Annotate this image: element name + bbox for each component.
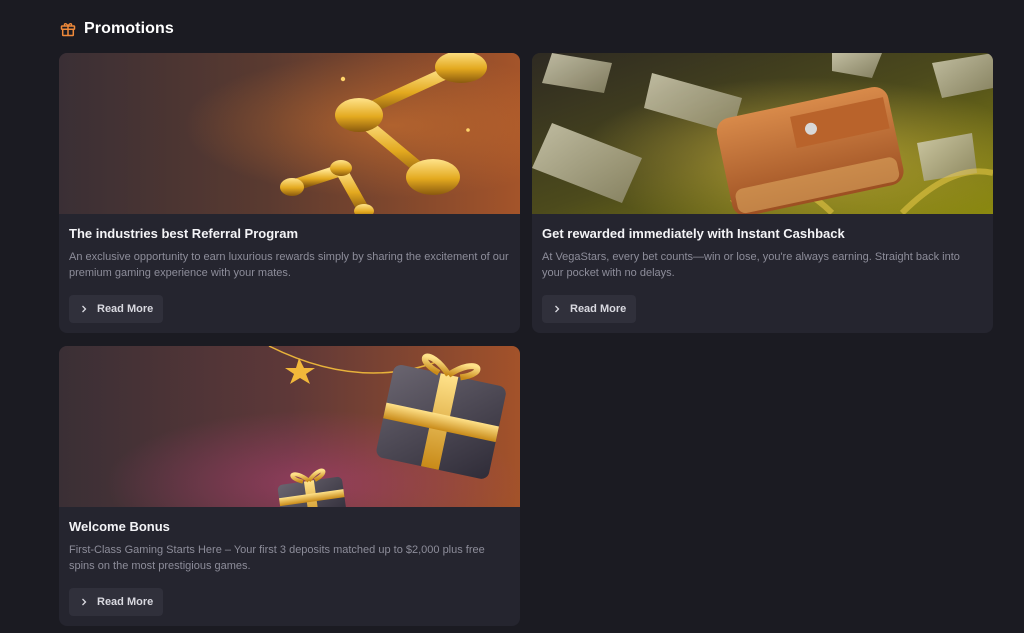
promo-description: An exclusive opportunity to earn luxurio… [69, 251, 509, 279]
wallet-cash-illustration [532, 53, 993, 214]
promo-card-cashback: Get rewarded immediately with Instant Ca… [532, 53, 993, 333]
promotions-grid: The industries best Referral Program An … [59, 53, 993, 626]
promo-card-welcome-bonus: Welcome Bonus First-Class Gaming Starts … [59, 346, 520, 626]
read-more-button[interactable]: Read More [69, 295, 164, 323]
gift-boxes-illustration [59, 346, 520, 507]
page-title: Promotions [84, 20, 174, 37]
promotions-page: Promotions The industries best Referral … [0, 0, 1024, 633]
read-more-button[interactable]: Read More [542, 295, 637, 323]
promo-card-referral: The industries best Referral Program An … [59, 53, 520, 333]
promo-title: Get rewarded immediately with Instant Ca… [542, 226, 845, 241]
chevron-right-icon [553, 305, 561, 313]
promotions-header: Promotions [60, 18, 174, 40]
chevron-right-icon [80, 598, 88, 606]
read-more-label: Read More [97, 596, 154, 608]
referral-network-illustration [59, 53, 520, 214]
gift-icon [60, 21, 76, 37]
promo-title: Welcome Bonus [69, 519, 170, 534]
promo-title: The industries best Referral Program [69, 226, 299, 241]
promo-description: First-Class Gaming Starts Here – Your fi… [69, 544, 485, 572]
promo-description: At VegaStars, every bet counts—win or lo… [542, 251, 960, 279]
read-more-label: Read More [97, 303, 154, 315]
chevron-right-icon [80, 305, 88, 313]
read-more-label: Read More [570, 303, 627, 315]
read-more-button[interactable]: Read More [69, 588, 164, 616]
